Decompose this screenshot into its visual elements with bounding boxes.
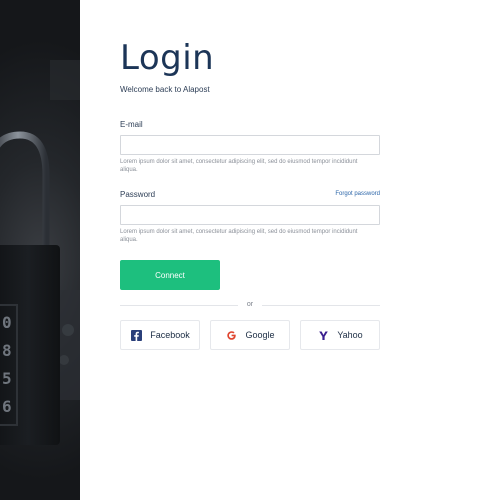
yahoo-icon <box>317 329 329 341</box>
padlock-photo: 0 8 5 6 <box>0 0 80 500</box>
password-field[interactable] <box>120 205 380 225</box>
svg-text:6: 6 <box>2 397 12 416</box>
or-divider: or <box>120 300 380 310</box>
email-label: E-mail <box>120 120 143 129</box>
svg-text:8: 8 <box>2 341 12 360</box>
svg-text:5: 5 <box>2 369 12 388</box>
yahoo-login-button[interactable]: Yahoo <box>300 320 380 350</box>
login-page: 0 8 5 6 Login Welcome back to Alapost E-… <box>0 0 500 500</box>
google-login-button[interactable]: Google <box>210 320 290 350</box>
email-help-text: Lorem ipsum dolor sit amet, consectetur … <box>120 159 358 173</box>
email-field[interactable] <box>120 135 380 155</box>
facebook-label: Facebook <box>150 330 190 340</box>
divider-line-right <box>262 305 380 306</box>
svg-text:0: 0 <box>2 313 12 332</box>
page-subtitle: Welcome back to Alapost <box>120 85 210 94</box>
facebook-login-button[interactable]: Facebook <box>120 320 200 350</box>
connect-button[interactable]: Connect <box>120 260 220 290</box>
google-icon <box>225 329 237 341</box>
password-label: Password <box>120 190 156 199</box>
yahoo-label: Yahoo <box>337 330 363 340</box>
facebook-icon <box>130 329 142 341</box>
password-help-text: Lorem ipsum dolor sit amet, consectetur … <box>120 229 358 243</box>
forgot-password-link[interactable]: Forgot password <box>335 191 380 197</box>
page-title: Login <box>120 38 215 78</box>
login-form: Login Welcome back to Alapost E-mail Lor… <box>120 0 380 500</box>
google-label: Google <box>245 330 275 340</box>
